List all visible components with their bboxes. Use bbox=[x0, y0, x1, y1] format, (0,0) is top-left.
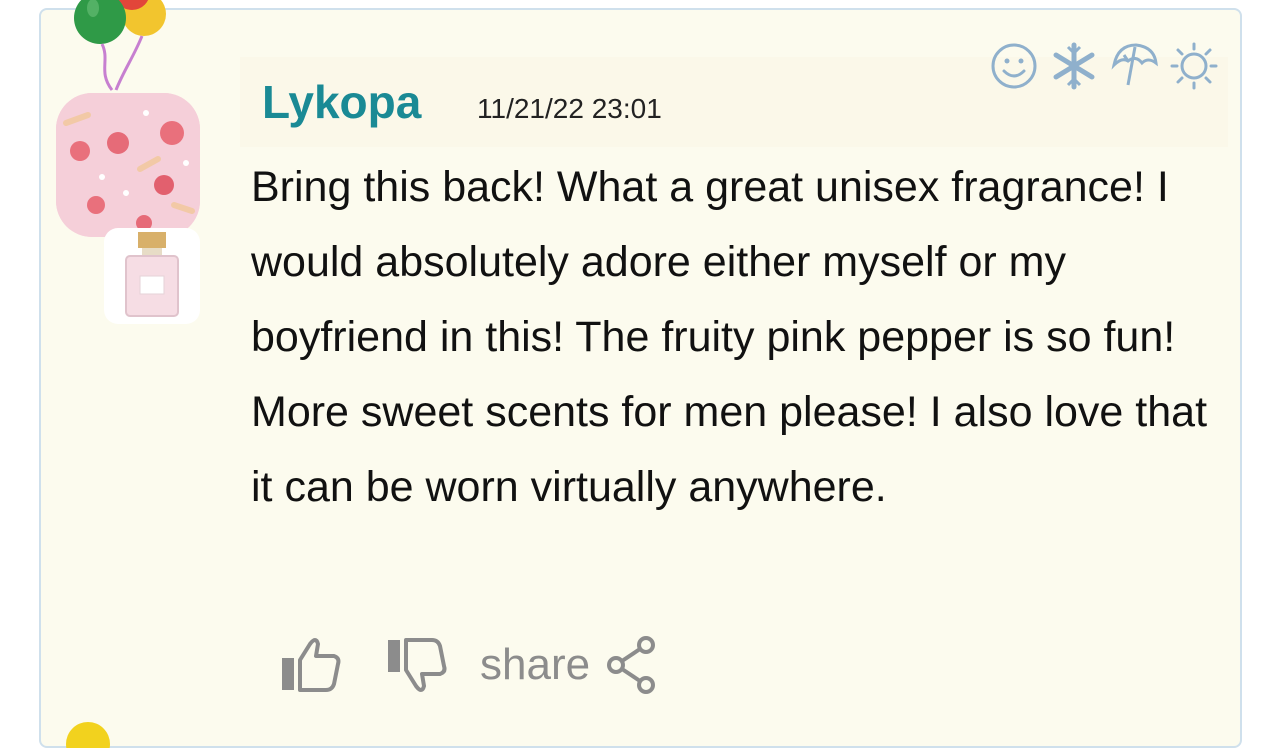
username-link[interactable]: Lykopa bbox=[262, 76, 421, 128]
share-button[interactable]: share bbox=[480, 640, 590, 690]
avatar-pattern bbox=[56, 93, 200, 237]
season-icons bbox=[990, 38, 1220, 94]
perfume-bottle-icon bbox=[125, 232, 179, 317]
comment-timestamp: 11/21/22 23:01 bbox=[477, 93, 662, 124]
umbrella-icon bbox=[1110, 41, 1158, 91]
snowflake-icon bbox=[1050, 41, 1098, 91]
next-comment-badge-icon bbox=[66, 722, 110, 748]
smiley-icon bbox=[990, 41, 1038, 91]
share-icon[interactable] bbox=[604, 635, 658, 695]
comment-text: Bring this back! What a great unisex fra… bbox=[251, 163, 1208, 511]
thumbs-up-icon[interactable] bbox=[280, 634, 342, 696]
user-avatar[interactable] bbox=[56, 93, 200, 237]
balloons-badge-icon bbox=[74, 0, 166, 91]
perfume-bottle-thumbnail[interactable] bbox=[104, 228, 200, 324]
comment-actions: share bbox=[280, 630, 658, 700]
thumbs-down-icon[interactable] bbox=[386, 634, 448, 696]
sun-icon bbox=[1170, 41, 1218, 91]
